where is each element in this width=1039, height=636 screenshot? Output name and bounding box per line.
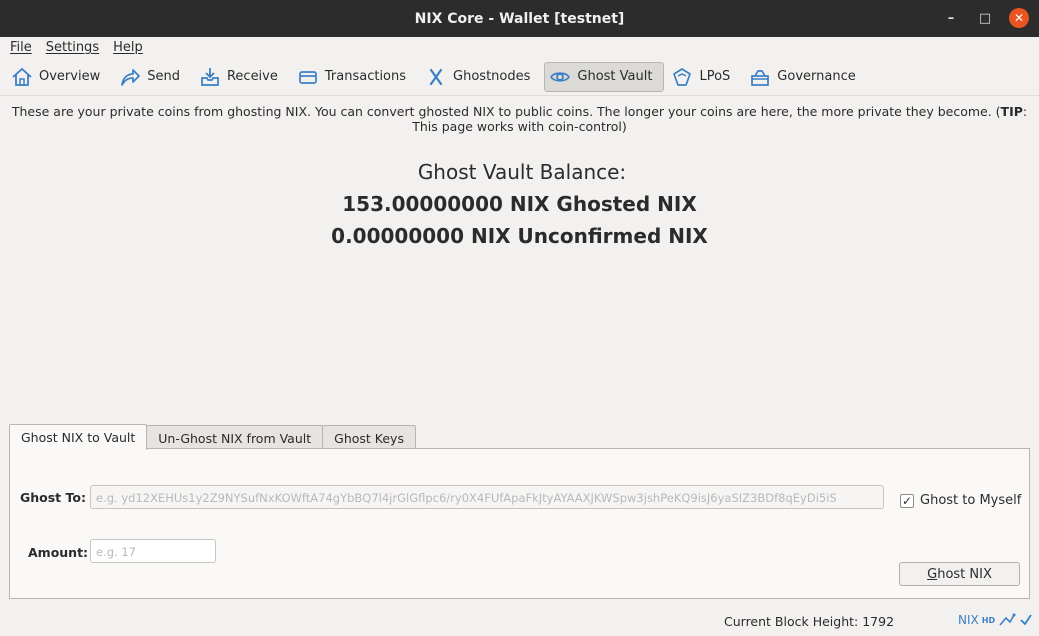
receive-inbox-icon — [201, 67, 219, 86]
toolbar-overview[interactable]: Overview — [6, 62, 112, 92]
toolbar-receive[interactable]: Receive — [194, 62, 290, 92]
toolbar-send[interactable]: Send — [114, 62, 192, 92]
toolbar-ghostnodes-label: Ghostnodes — [453, 69, 531, 84]
governance-icon — [751, 69, 770, 86]
menu-file[interactable]: File — [10, 40, 32, 55]
amount-label: Amount: — [28, 545, 89, 560]
balance-title: Ghost Vault Balance: — [417, 160, 627, 184]
menu-bar: File Settings Help — [0, 37, 1039, 57]
menu-help[interactable]: Help — [113, 40, 143, 55]
eye-icon — [550, 71, 571, 82]
toolbar-governance[interactable]: Governance — [744, 62, 867, 92]
tab-ghost-to-vault[interactable]: Ghost NIX to Vault — [9, 424, 148, 450]
title-bar: NIX Core - Wallet [testnet] – □ ✕ — [0, 0, 1039, 37]
main-toolbar: Overview Send Receive Transactions Ghost… — [0, 58, 1039, 96]
synced-check-icon — [1020, 614, 1032, 626]
ghost-to-myself-label: Ghost to Myself — [920, 493, 1022, 508]
tab-unghost-from-vault[interactable]: Un-Ghost NIX from Vault — [146, 425, 324, 450]
ghostnodes-x-icon — [429, 68, 443, 85]
ghost-to-myself[interactable]: ✓ Ghost to Myself — [900, 493, 1021, 508]
toolbar-receive-label: Receive — [226, 69, 278, 84]
amount-input[interactable]: e.g. 17 — [90, 539, 216, 563]
toolbar-lpos-label: LPoS — [699, 69, 731, 84]
toolbar-ghost-vault-label: Ghost Vault — [577, 69, 653, 84]
network-icon — [999, 613, 1016, 626]
block-height-status: Current Block Height: 1792 — [724, 614, 895, 629]
toolbar-transactions-label: Transactions — [324, 69, 407, 84]
credit-card-icon — [299, 70, 317, 84]
ghost-button-mnemonic: G — [927, 566, 938, 582]
tip-text-before: These are your private coins from ghosti… — [11, 104, 1001, 119]
close-icon[interactable]: ✕ — [1009, 8, 1029, 28]
status-icons: NIX HD — [958, 613, 1033, 627]
tip-bold: TIP — [1000, 104, 1023, 119]
minimize-icon[interactable]: – — [941, 8, 961, 28]
ghost-vault-balance: Ghost Vault Balance: 153.00000000 NIX Gh… — [0, 160, 1039, 248]
ghost-to-myself-checkbox[interactable]: ✓ — [900, 493, 914, 508]
tab-ghost-keys[interactable]: Ghost Keys — [322, 425, 416, 450]
window-controls: – □ ✕ — [941, 8, 1029, 28]
ghost-to-input[interactable]: e.g. yd12XEHUs1y2Z9NYSufNxKOWftA74gYbBQ7… — [90, 485, 884, 509]
ghost-to-label: Ghost To: — [20, 490, 86, 505]
vault-tabs: Ghost NIX to Vault Un-Ghost NIX from Vau… — [9, 424, 416, 450]
ghosted-balance: 153.00000000 NIX Ghosted NIX — [342, 192, 697, 216]
toolbar-governance-label: Governance — [777, 69, 856, 84]
toolbar-overview-label: Overview — [39, 69, 101, 84]
home-icon — [12, 67, 32, 86]
maximize-icon[interactable]: □ — [975, 8, 995, 28]
unconfirmed-balance: 0.00000000 NIX Unconfirmed NIX — [331, 224, 708, 248]
ghost-button-label: host NIX — [937, 566, 992, 582]
ghost-to-vault-panel: Ghost To: e.g. yd12XEHUs1y2Z9NYSufNxKOWf… — [9, 448, 1030, 599]
toolbar-ghost-vault[interactable]: Ghost Vault — [544, 61, 665, 92]
menu-settings[interactable]: Settings — [46, 40, 99, 55]
lpos-shield-icon — [673, 67, 692, 86]
ghost-vault-tip: These are your private coins from ghosti… — [10, 104, 1029, 134]
toolbar-ghostnodes[interactable]: Ghostnodes — [420, 62, 542, 92]
unit-label[interactable]: NIX — [958, 613, 979, 627]
hd-wallet-icon: HD — [981, 615, 996, 625]
toolbar-send-label: Send — [147, 69, 180, 84]
toolbar-lpos[interactable]: LPoS — [666, 62, 742, 92]
send-arrow-icon — [121, 68, 141, 86]
toolbar-transactions[interactable]: Transactions — [292, 62, 418, 92]
ghost-nix-button[interactable]: Ghost NIX — [899, 562, 1020, 586]
window-title: NIX Core - Wallet [testnet] — [414, 10, 625, 27]
